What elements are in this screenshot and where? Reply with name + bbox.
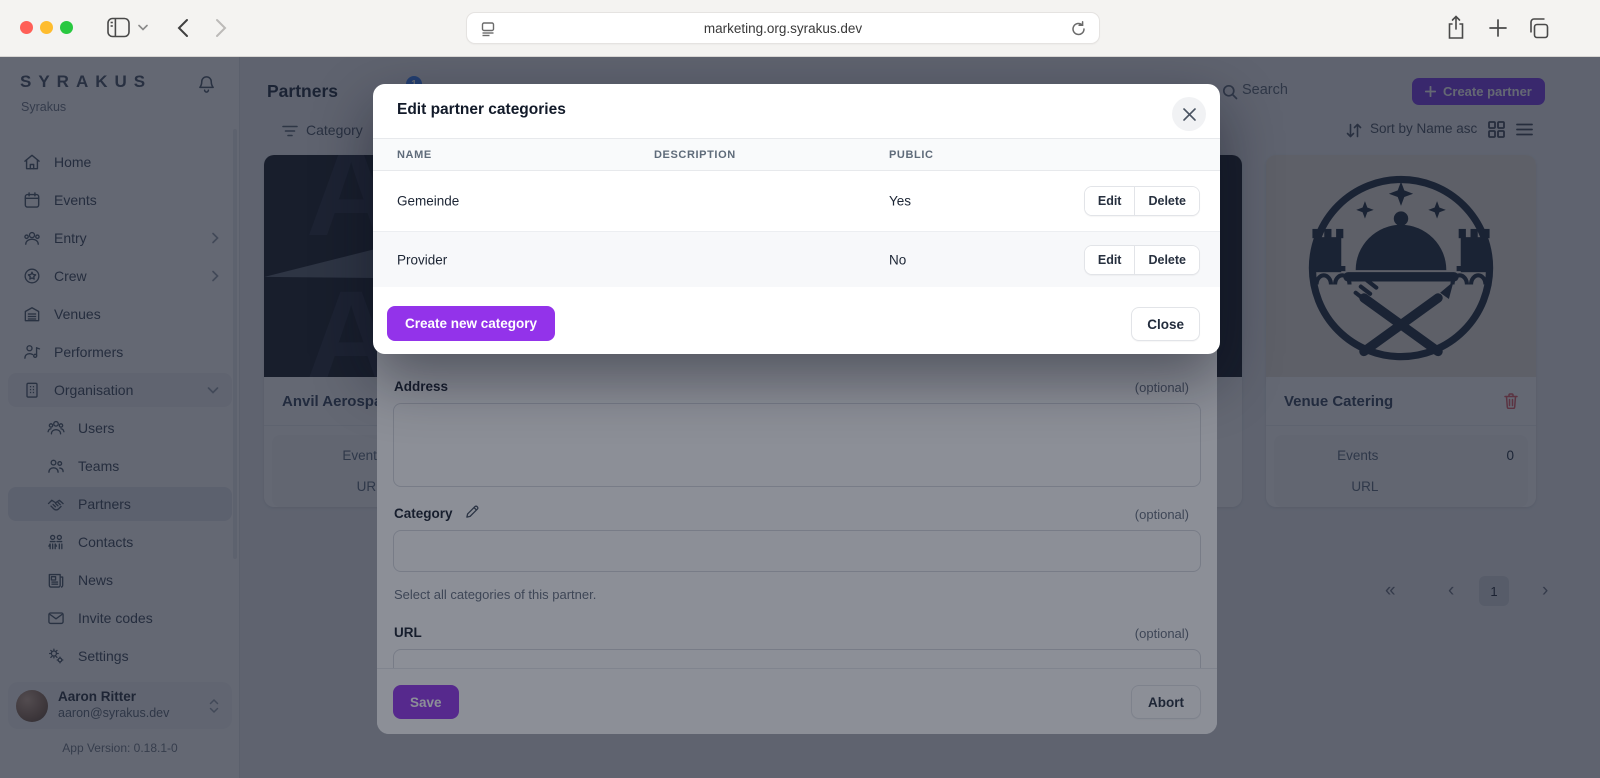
category-public: No bbox=[889, 252, 906, 267]
table-row: Provider No Edit Delete bbox=[373, 232, 1220, 287]
close-button[interactable]: Close bbox=[1131, 307, 1200, 341]
window-zoom-button[interactable] bbox=[60, 21, 73, 34]
close-icon[interactable] bbox=[1172, 97, 1206, 131]
category-public: Yes bbox=[889, 194, 911, 209]
column-header-description: DESCRIPTION bbox=[654, 149, 736, 161]
row-actions: Edit Delete bbox=[1084, 245, 1200, 275]
column-header-name: NAME bbox=[397, 149, 432, 161]
share-icon[interactable] bbox=[1446, 15, 1466, 41]
edit-categories-modal: Edit partner categories NAME DESCRIPTION… bbox=[373, 84, 1220, 354]
new-tab-icon[interactable] bbox=[1488, 18, 1508, 38]
create-new-category-button[interactable]: Create new category bbox=[387, 306, 555, 341]
tab-overview-icon[interactable] bbox=[1527, 17, 1549, 39]
delete-category-button[interactable]: Delete bbox=[1134, 187, 1199, 215]
window-minimize-button[interactable] bbox=[40, 21, 53, 34]
category-name: Provider bbox=[397, 252, 447, 267]
window-close-button[interactable] bbox=[20, 21, 33, 34]
url-text: marketing.org.syrakus.dev bbox=[467, 21, 1099, 36]
forward-button[interactable] bbox=[215, 18, 227, 38]
reload-icon[interactable] bbox=[1071, 21, 1086, 37]
category-name: Gemeinde bbox=[397, 194, 459, 209]
table-header: NAME DESCRIPTION PUBLIC bbox=[373, 138, 1220, 171]
back-button[interactable] bbox=[177, 18, 189, 38]
table-row: Gemeinde Yes Edit Delete bbox=[373, 171, 1220, 232]
modal-title: Edit partner categories bbox=[397, 101, 566, 119]
row-actions: Edit Delete bbox=[1084, 186, 1200, 216]
toolbar-chevron-down-icon[interactable] bbox=[138, 24, 148, 31]
app-viewport: SYRAKUS 1 Syrakus Home Events Entry Crew… bbox=[0, 57, 1600, 778]
sidebar-toggle-icon[interactable] bbox=[107, 17, 130, 38]
edit-category-button[interactable]: Edit bbox=[1085, 246, 1135, 274]
delete-category-button[interactable]: Delete bbox=[1134, 246, 1199, 274]
edit-category-button[interactable]: Edit bbox=[1085, 187, 1135, 215]
address-bar[interactable]: marketing.org.syrakus.dev bbox=[466, 12, 1100, 44]
browser-chrome: marketing.org.syrakus.dev bbox=[0, 0, 1600, 57]
column-header-public: PUBLIC bbox=[889, 149, 934, 161]
